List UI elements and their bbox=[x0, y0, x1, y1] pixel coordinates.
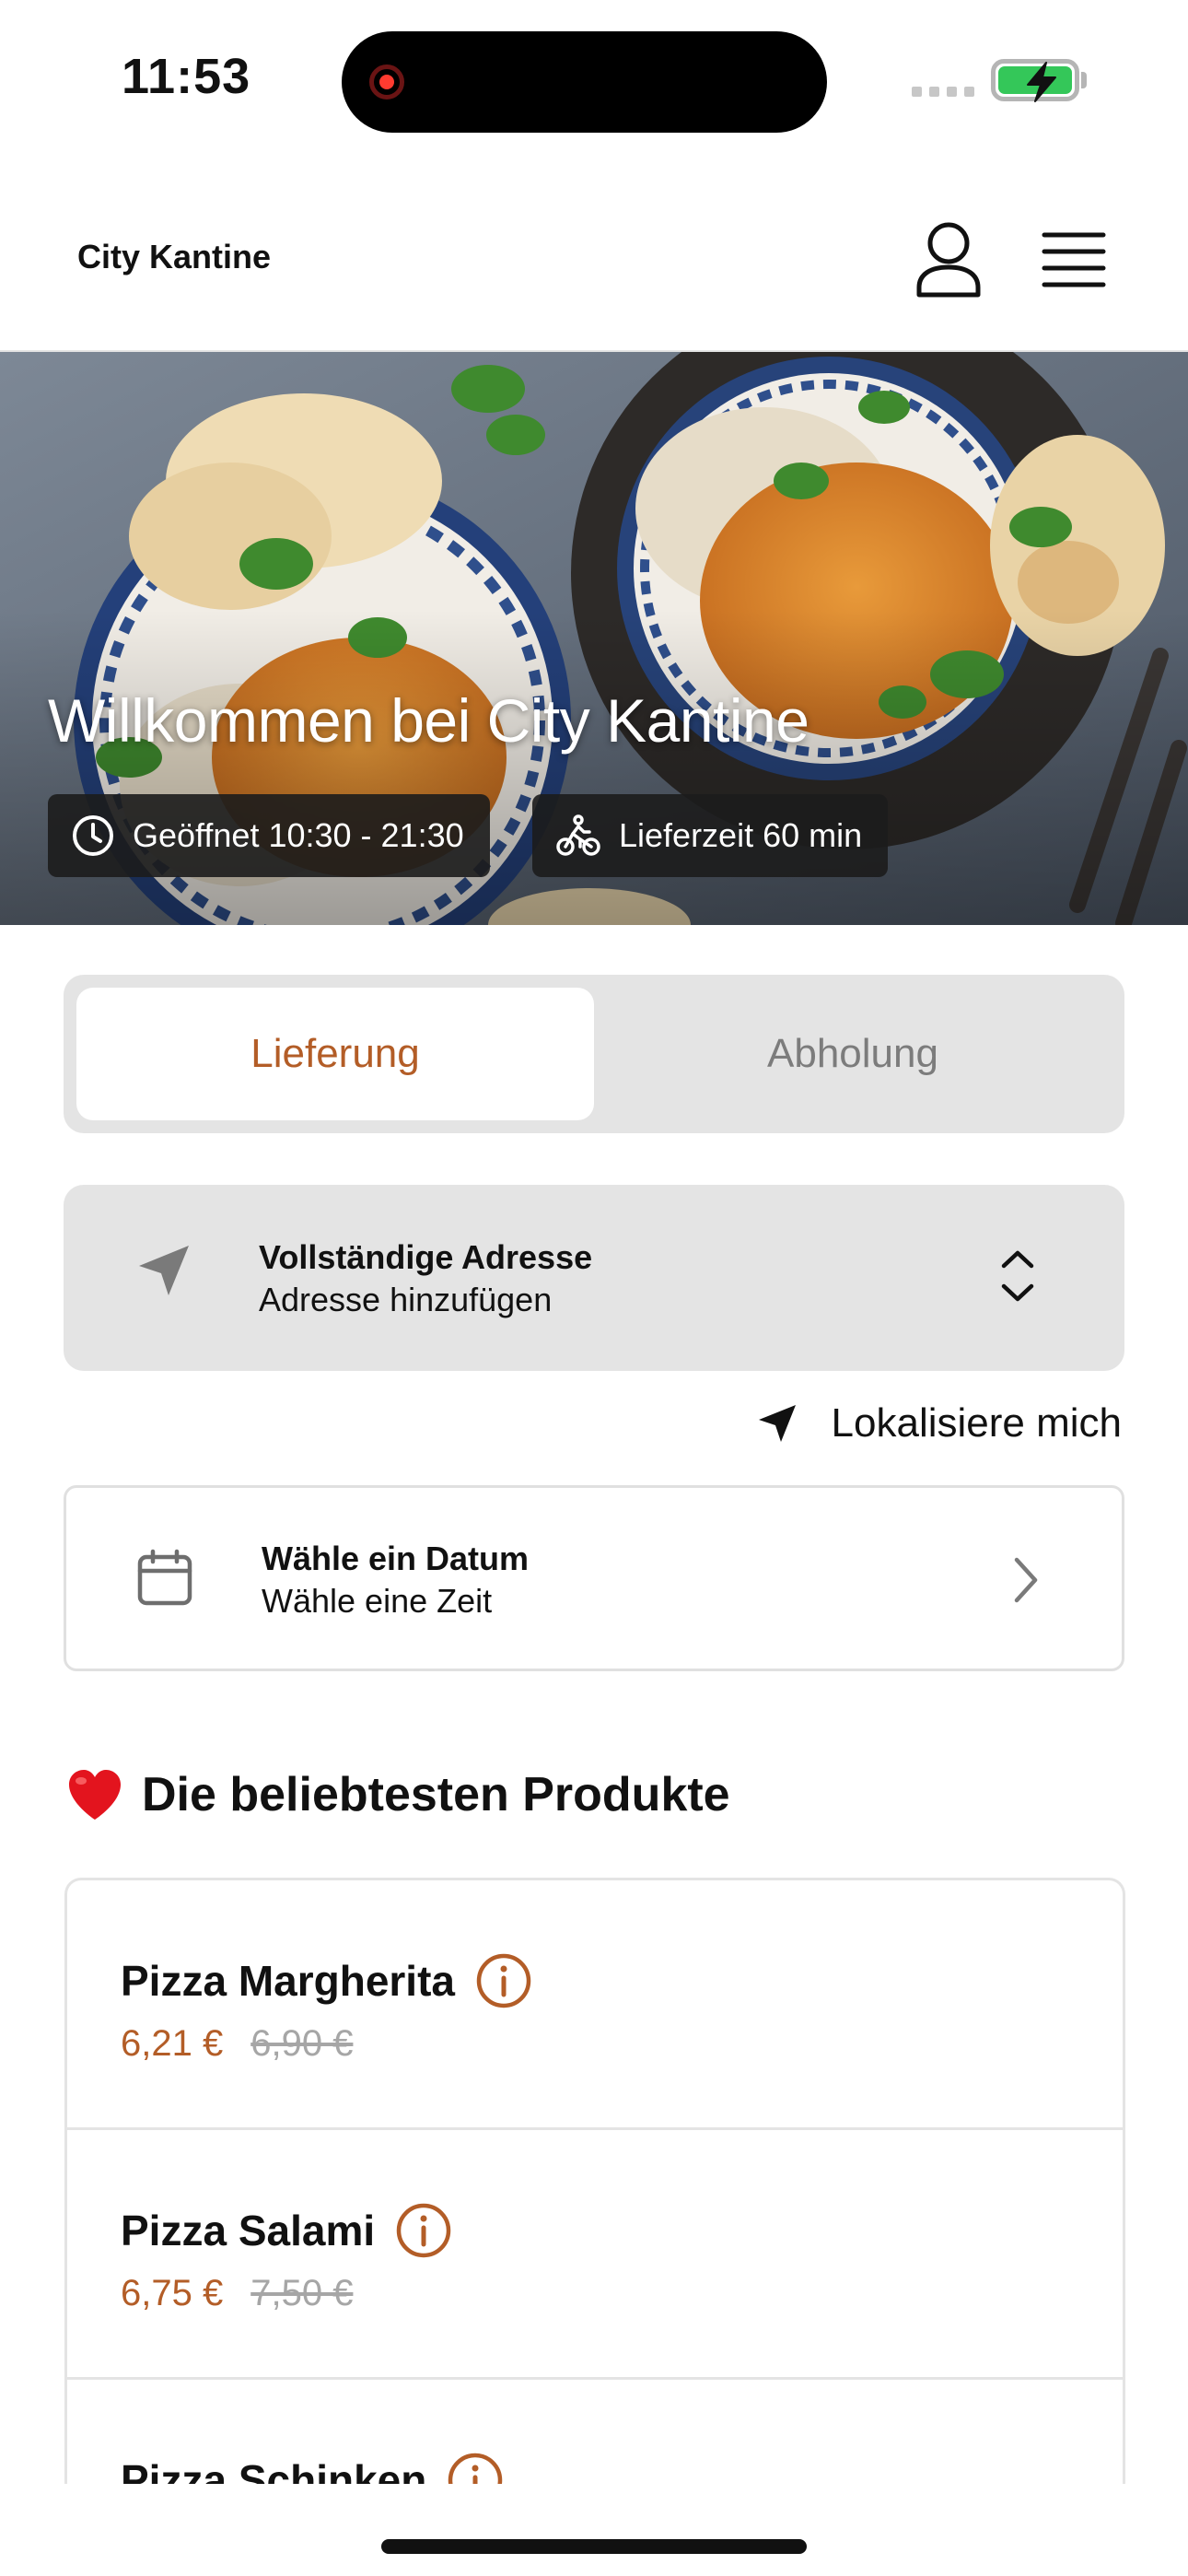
locate-me-label: Lokalisiere mich bbox=[831, 1400, 1122, 1446]
user-icon bbox=[916, 222, 981, 298]
product-name: Pizza Margherita bbox=[121, 1957, 455, 2005]
section-title: Die beliebtesten Produkte bbox=[66, 1767, 730, 1822]
navigation-arrow-icon bbox=[758, 1405, 796, 1442]
order-mode-toggle: Lieferung Abholung bbox=[64, 975, 1124, 1133]
dynamic-island bbox=[342, 31, 827, 133]
recording-indicator-icon bbox=[369, 64, 404, 100]
charging-bolt-icon bbox=[1027, 62, 1056, 102]
location-arrow-icon bbox=[139, 1246, 189, 1295]
address-placeholder: Adresse hinzufügen bbox=[259, 1281, 553, 1318]
product-name: Pizza Salami bbox=[121, 2207, 376, 2254]
delivery-time-badge: Lieferzeit 60 min bbox=[532, 794, 889, 877]
product-old-price: 7,50 € bbox=[250, 2273, 354, 2313]
menu-button[interactable] bbox=[1041, 230, 1107, 289]
app-header: City Kantine bbox=[0, 175, 1188, 352]
hero-title: Willkommen bei City Kantine bbox=[48, 686, 809, 755]
battery-icon bbox=[991, 59, 1079, 102]
product-item[interactable]: Pizza Salami 6,75 € 7,50 € bbox=[67, 2130, 1123, 2380]
address-selector[interactable]: Vollständige Adresse Adresse hinzufügen bbox=[64, 1185, 1124, 1371]
bicycle-courier-icon bbox=[556, 814, 600, 856]
product-item[interactable]: Pizza Schinken bbox=[67, 2380, 1123, 2484]
product-old-price: 6,90 € bbox=[250, 2023, 354, 2064]
calendar-icon bbox=[137, 1549, 192, 1606]
clock-icon bbox=[73, 815, 113, 856]
opening-hours-text: Geöffnet 10:30 - 21:30 bbox=[133, 816, 464, 854]
home-indicator[interactable] bbox=[381, 2539, 807, 2554]
hero-banner: Willkommen bei City Kantine Geöffnet 10:… bbox=[0, 352, 1188, 925]
popular-products-list: Pizza Margherita 6,21 € 6,90 € Pizza Sal… bbox=[64, 1878, 1125, 2484]
locate-me-button[interactable]: Lokalisiere mich bbox=[756, 1400, 1122, 1446]
hamburger-menu-icon bbox=[1042, 232, 1106, 287]
product-price: 6,75 € bbox=[121, 2273, 224, 2313]
info-icon[interactable] bbox=[447, 2452, 504, 2484]
product-item[interactable]: Pizza Margherita 6,21 € 6,90 € bbox=[67, 1880, 1123, 2130]
time-placeholder: Wähle eine Zeit bbox=[262, 1582, 493, 1620]
chevron-right-icon bbox=[1014, 1557, 1038, 1603]
profile-button[interactable] bbox=[914, 221, 984, 299]
opening-hours-badge: Geöffnet 10:30 - 21:30 bbox=[48, 794, 490, 877]
product-price: 6,21 € bbox=[121, 2023, 224, 2064]
status-bar: 11:53 bbox=[0, 0, 1188, 157]
section-title-text: Die beliebtesten Produkte bbox=[142, 1768, 730, 1821]
status-time: 11:53 bbox=[122, 49, 251, 104]
heart-icon bbox=[69, 1770, 121, 1820]
brand-name[interactable]: City Kantine bbox=[77, 238, 271, 276]
info-icon[interactable] bbox=[475, 1952, 532, 2009]
date-title: Wähle ein Datum bbox=[262, 1540, 530, 1577]
tab-pickup[interactable]: Abholung bbox=[594, 988, 1112, 1120]
delivery-time-text: Lieferzeit 60 min bbox=[619, 816, 863, 854]
tab-delivery[interactable]: Lieferung bbox=[76, 988, 594, 1120]
chevron-up-down-icon bbox=[1001, 1250, 1034, 1302]
battery-cap bbox=[1081, 72, 1087, 88]
info-icon[interactable] bbox=[395, 2202, 452, 2259]
address-title: Vollständige Adresse bbox=[259, 1238, 593, 1276]
date-time-selector[interactable]: Wähle ein Datum Wähle eine Zeit bbox=[64, 1485, 1124, 1671]
product-name: Pizza Schinken bbox=[121, 2456, 427, 2484]
cellular-signal-icon bbox=[912, 87, 974, 97]
